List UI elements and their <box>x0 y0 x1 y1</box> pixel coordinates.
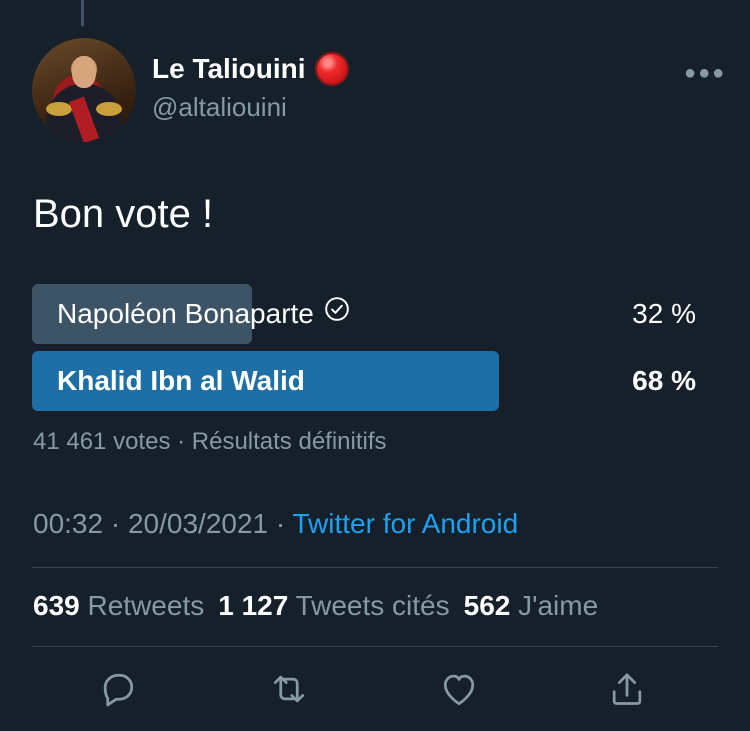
quote-tweets-stat[interactable]: 1 127 Tweets cités <box>218 590 449 621</box>
author-name-row[interactable]: Le Taliouini <box>152 52 350 86</box>
author-handle[interactable]: @altaliouini <box>152 92 287 123</box>
quote-tweets-count: 1 127 <box>218 590 289 621</box>
avatar-epaulet-right <box>96 102 122 116</box>
poll-meta: 41 461 votes · Résultats définitifs <box>33 428 387 455</box>
likes-count: 562 <box>463 590 511 621</box>
poll-option-1-label: Napoléon Bonaparte <box>57 284 350 346</box>
divider <box>32 567 718 568</box>
retweets-label: Retweets <box>87 590 205 621</box>
poll-option-1: Napoléon Bonaparte 32 % <box>32 284 696 344</box>
divider <box>32 646 718 647</box>
timestamp-separator: · <box>268 508 293 539</box>
tweet-timestamp: 00:32 · 20/03/2021 · Twitter for Android <box>33 508 518 540</box>
tweet-source-link[interactable]: Twitter for Android <box>293 508 519 539</box>
heart-icon[interactable] <box>437 667 481 711</box>
likes-label: J'aime <box>518 590 599 621</box>
poll-option-1-percent: 32 % <box>632 298 696 329</box>
engagement-stats: 639 Retweets 1 127 Tweets cités 562 J'aime <box>33 590 598 622</box>
avatar-face <box>72 56 96 88</box>
thread-connector-line <box>81 0 84 26</box>
check-circle-icon <box>324 283 350 343</box>
red-circle-emoji-icon <box>315 52 350 86</box>
tweet-text: Bon vote ! <box>33 192 214 236</box>
poll-option-2: Khalid Ibn al Walid 68 % <box>32 351 696 411</box>
author-display-name[interactable]: Le Taliouini <box>152 53 305 85</box>
retweets-count: 639 <box>33 590 80 621</box>
avatar[interactable] <box>32 38 136 142</box>
poll-option-2-percent: 68 % <box>632 365 696 396</box>
more-horizontal-icon[interactable]: ●●● <box>684 62 726 85</box>
tweet-date[interactable]: 20/03/2021 <box>128 508 268 539</box>
tweet-time[interactable]: 00:32 <box>33 508 103 539</box>
retweet-icon[interactable] <box>267 667 311 711</box>
avatar-sash <box>68 96 100 142</box>
likes-stat[interactable]: 562 J'aime <box>464 590 599 621</box>
timestamp-separator: · <box>103 508 128 539</box>
share-icon[interactable] <box>605 667 649 711</box>
avatar-epaulet-left <box>46 102 72 116</box>
poll-option-2-label: Khalid Ibn al Walid <box>57 365 305 396</box>
reply-icon[interactable] <box>96 667 140 711</box>
retweets-stat[interactable]: 639 Retweets <box>33 590 204 621</box>
quote-tweets-label: Tweets cités <box>295 590 450 621</box>
